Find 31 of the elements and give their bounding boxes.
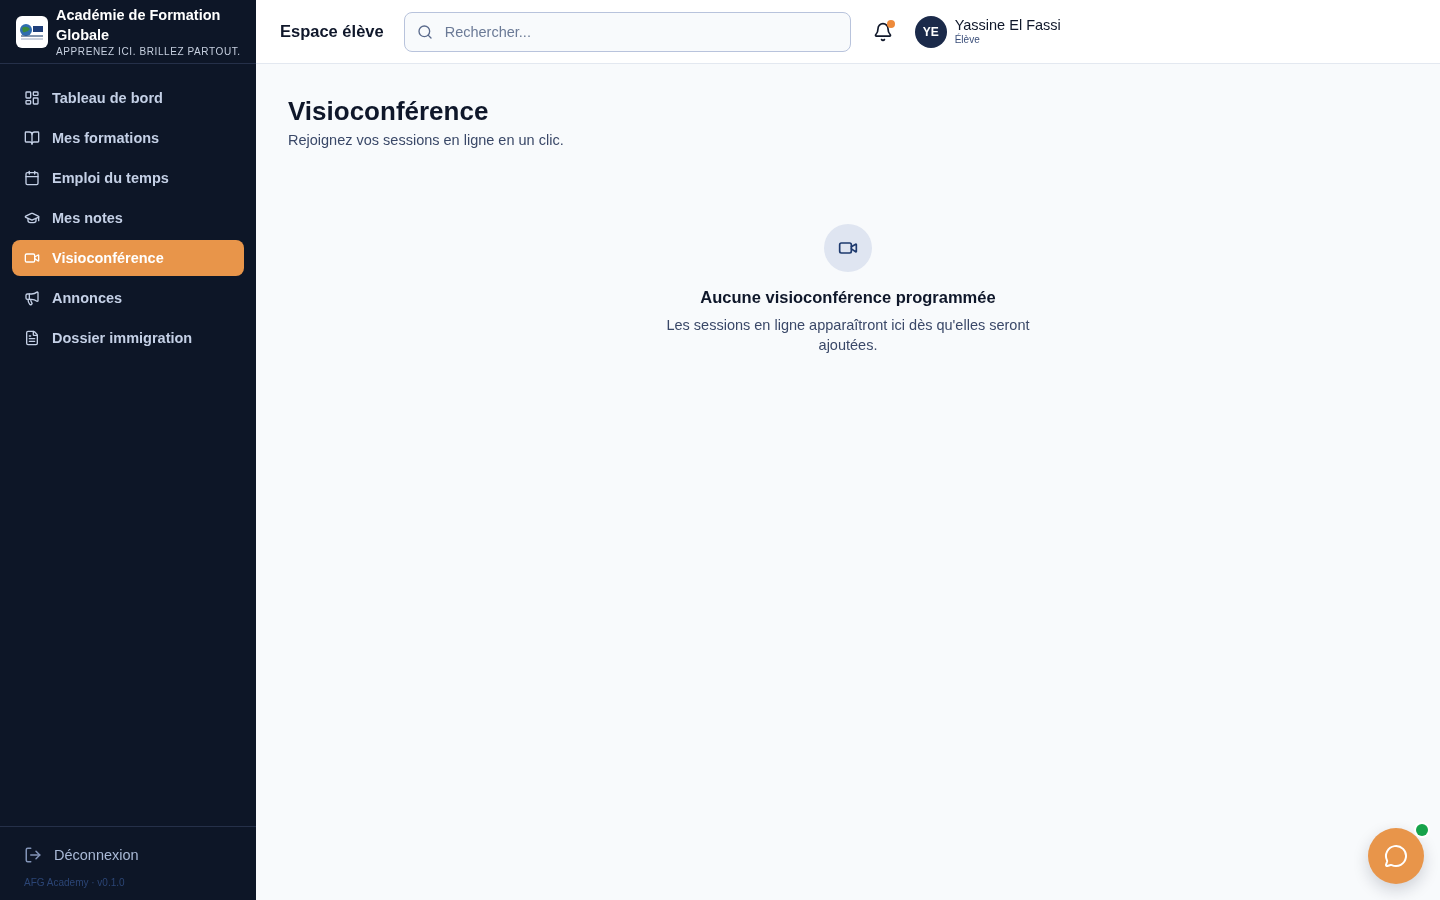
document-icon xyxy=(24,330,40,346)
version-text: AFG Academy · v0.1.0 xyxy=(23,877,125,888)
empty-state-message: Les sessions en ligne apparaîtront ici dès qu'elles seront ajoutées. xyxy=(665,316,1031,355)
logout-icon xyxy=(24,846,42,864)
nav-item[interactable]: Annonces xyxy=(12,280,244,316)
brand-tagline: APPRENEZ ICI. BRILLEZ PARTOUT. xyxy=(56,45,241,58)
brand-name: Académie de Formation Globale xyxy=(56,6,222,45)
book-icon xyxy=(24,130,40,146)
nav-item[interactable]: Mes notes xyxy=(12,200,244,236)
graduation-cap-icon xyxy=(24,210,40,226)
dashboard-icon xyxy=(24,90,40,106)
megaphone-icon xyxy=(24,290,40,306)
calendar-icon xyxy=(24,170,40,186)
nav-item[interactable]: Tableau de bord xyxy=(12,80,244,116)
search-field[interactable]: Rechercher... xyxy=(403,11,851,52)
page-subtitle: Rejoignez vos sessions en ligne en un clic. xyxy=(288,132,564,148)
nav-item[interactable]: Mes formations xyxy=(12,120,244,156)
user-avatar[interactable]: YE xyxy=(914,15,947,48)
search-icon xyxy=(416,23,433,40)
video-camera-icon xyxy=(24,250,40,266)
bell-icon xyxy=(872,21,893,42)
user-role: Élève xyxy=(954,34,981,47)
logout-link[interactable]: Déconnexion xyxy=(12,843,244,867)
header-title: Espace élève xyxy=(280,22,384,41)
chat-bubble-icon xyxy=(1384,844,1408,868)
nav-item[interactable]: Emploi du temps xyxy=(12,160,244,196)
user-name: Yassine El Fassi xyxy=(954,16,1061,33)
empty-state-title: Aucune visioconférence programmée xyxy=(700,288,996,307)
page-title: Visioconférence xyxy=(288,95,489,128)
video-camera-icon xyxy=(824,224,872,272)
nav-item[interactable]: Dossier immigration xyxy=(12,320,244,356)
